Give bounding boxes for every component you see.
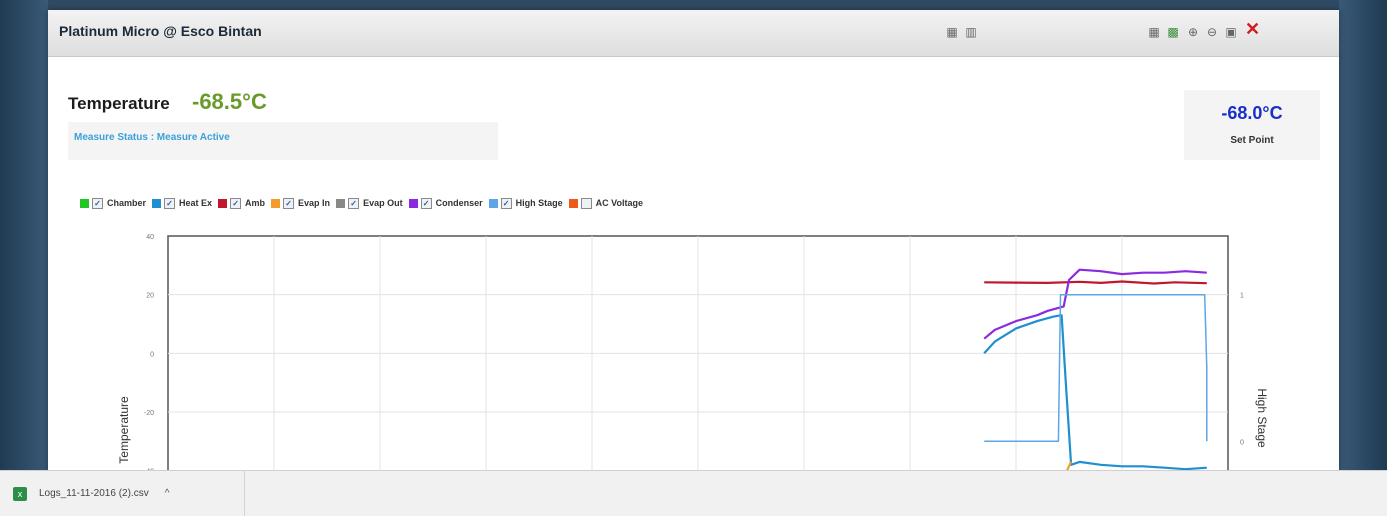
y-tick-label: -20: [144, 410, 154, 417]
download-filename: Logs_11-11-2016 (2).csv: [39, 488, 149, 499]
csv-file-icon: x: [13, 486, 27, 501]
background-left: [0, 0, 48, 470]
download-bar: x Logs_11-11-2016 (2).csv ^: [0, 470, 1387, 516]
background-right: [1339, 0, 1387, 470]
temperature-chart: 40200-20-4010TemperatureHigh Stage: [117, 234, 1269, 472]
y2-tick-label: 0: [1240, 439, 1244, 446]
y-tick-label: 0: [150, 351, 154, 358]
y2-tick-label: 1: [1240, 293, 1244, 300]
y-tick-label: 20: [146, 293, 154, 300]
chevron-up-icon[interactable]: ^: [165, 488, 170, 499]
download-item[interactable]: x Logs_11-11-2016 (2).csv ^: [0, 471, 245, 516]
series-line-amb: [984, 280, 1207, 285]
y2-axis-label: High Stage: [1255, 388, 1269, 448]
y-tick-label: 40: [146, 234, 154, 241]
monitor-window: Platinum Micro @ Esco Bintan ▦ ▥ ▦ ▩ ⊕ ⊖…: [48, 10, 1339, 472]
y-axis-label: Temperature: [117, 396, 131, 464]
